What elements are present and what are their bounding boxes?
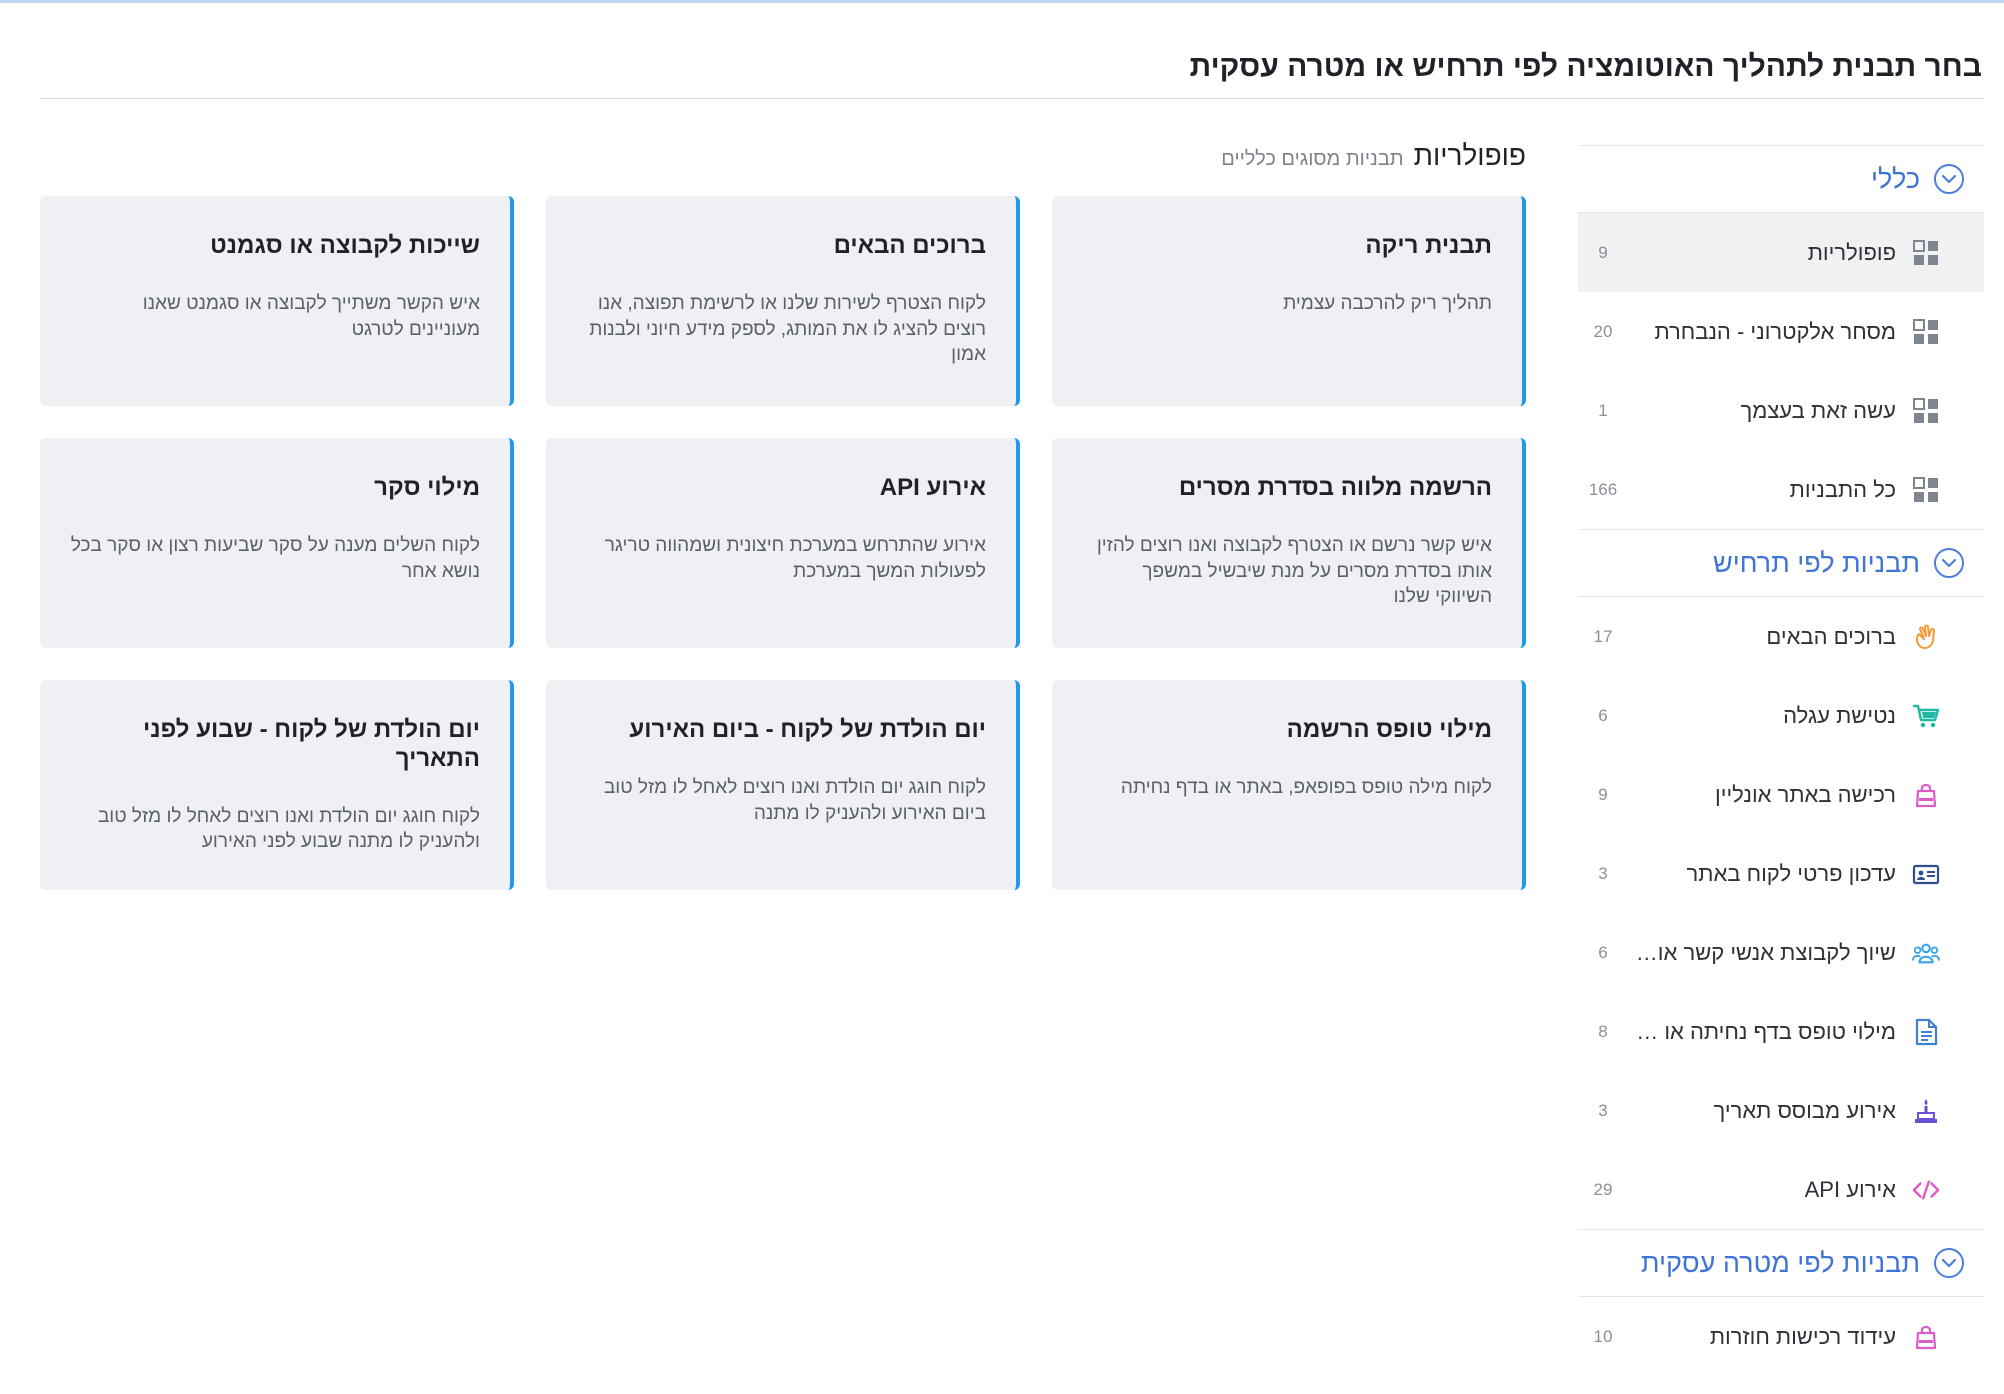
template-card-survey[interactable]: מילוי סקר לקוח השלים מענה על סקר שביעות … bbox=[40, 438, 514, 648]
card-description: לקוח חוגג יום הולדת ואנו רוצים לאחל לו מ… bbox=[603, 776, 986, 824]
sidebar-item-count: 29 bbox=[1593, 1179, 1613, 1199]
category-sidebar: כללי פופולריות 9 מסחר אלקטרוני - הנבחרת … bbox=[1578, 145, 1984, 1376]
sidebar-item-label: עשה זאת בעצמך bbox=[1740, 397, 1896, 423]
sidebar-item-label: אירוע API bbox=[1804, 1176, 1896, 1202]
sidebar-item-label: עדכון פרטי לקוח באתר bbox=[1686, 860, 1896, 886]
sidebar-item-count: 10 bbox=[1593, 1326, 1613, 1346]
sidebar-item-label: נטישת עגלה bbox=[1783, 702, 1896, 728]
sidebar-item-landing-form[interactable]: מילוי טופס בדף נחיתה או סקר 8 bbox=[1578, 992, 1984, 1071]
card-description: לקוח מילה טופס בפופאפ, באתר או בדף נחיתה bbox=[1120, 776, 1492, 798]
sidebar-item-label: מילוי טופס בדף נחיתה או סקר bbox=[1634, 1018, 1896, 1044]
card-title: תבנית ריקה bbox=[1365, 232, 1492, 259]
template-card-drip-signup[interactable]: הרשמה מלווה בסדרת מסרים איש קשר נרשם או … bbox=[1052, 438, 1526, 648]
sidebar-item-count: 20 bbox=[1593, 321, 1613, 341]
card-title: מילוי סקר bbox=[374, 474, 480, 501]
card-description: איש הקשר משתייך לקבוצה או סגמנט שאנו מעו… bbox=[142, 292, 480, 340]
sidebar-item-count: 3 bbox=[1598, 863, 1608, 883]
sidebar-item-label: אירוע מבוסס תאריך bbox=[1713, 1097, 1896, 1123]
page-title: בחר תבנית לתהליך האוטומציה לפי תרחיש או … bbox=[1189, 50, 1982, 83]
template-card-signup-form[interactable]: מילוי טופס הרשמה לקוח מילה טופס בפופאפ, … bbox=[1052, 680, 1526, 890]
section-header-general[interactable]: כללי bbox=[1578, 146, 1984, 212]
sidebar-item-cart-abandonment[interactable]: נטישת עגלה 6 bbox=[1578, 676, 1984, 755]
template-card-welcome[interactable]: ברוכים הבאים לקוח הצטרף לשירות שלנו או ל… bbox=[546, 196, 1020, 406]
section-header-scenarios[interactable]: תבניות לפי תרחיש bbox=[1578, 530, 1984, 596]
card-description: לקוח חוגג יום הולדת ואנו רוצים לאחל לו מ… bbox=[97, 805, 480, 853]
sidebar-item-count: 1 bbox=[1598, 400, 1608, 420]
sidebar-item-repeat-purchases[interactable]: עידוד רכישות חוזרות 10 bbox=[1578, 1297, 1984, 1376]
sidebar-item-customer-update[interactable]: עדכון פרטי לקוח באתר 3 bbox=[1578, 834, 1984, 913]
template-card-birthday-day[interactable]: יום הולדת של לקוח - ביום האירוע לקוח חוג… bbox=[546, 680, 1020, 890]
sidebar-item-api-event[interactable]: אירוע API 29 bbox=[1578, 1150, 1984, 1229]
document-icon bbox=[1912, 1018, 1940, 1046]
card-description: תהליך ריק להרכבה עצמית bbox=[1283, 292, 1492, 314]
card-title: מילוי טופס הרשמה bbox=[1286, 716, 1492, 743]
card-title: יום הולדת של לקוח - ביום האירוע bbox=[629, 716, 986, 743]
sidebar-item-count: 9 bbox=[1598, 242, 1608, 262]
section-title: פופולריות bbox=[1413, 140, 1526, 171]
template-card-group-membership[interactable]: שייכות לקבוצה או סגמנט איש הקשר משתייך ל… bbox=[40, 196, 514, 406]
grid-icon bbox=[1912, 239, 1940, 267]
card-title: שייכות לקבוצה או סגמנט bbox=[210, 232, 480, 259]
sidebar-item-count: 9 bbox=[1598, 784, 1608, 804]
card-title: אירוע API bbox=[879, 474, 986, 501]
card-description: לקוח השלים מענה על סקר שביעות רצון או סק… bbox=[70, 534, 480, 582]
grid-icon bbox=[1912, 318, 1940, 346]
shopping-bag-icon bbox=[1912, 1323, 1940, 1351]
sidebar-item-label: ברוכים הבאים bbox=[1766, 623, 1896, 649]
users-group-icon bbox=[1912, 939, 1940, 967]
sidebar-item-welcome[interactable]: ברוכים הבאים 17 bbox=[1578, 597, 1984, 676]
section-title: כללי bbox=[1871, 163, 1920, 194]
sidebar-item-label: שיוך לקבוצת אנשי קשר או סגמנט bbox=[1634, 939, 1896, 965]
sidebar-item-ecommerce[interactable]: מסחר אלקטרוני - הנבחרת 20 bbox=[1578, 292, 1984, 371]
shopping-cart-icon bbox=[1912, 702, 1940, 730]
id-card-icon bbox=[1912, 860, 1940, 888]
sidebar-item-diy[interactable]: עשה זאת בעצמך 1 bbox=[1578, 371, 1984, 450]
chevron-down-icon bbox=[1934, 1248, 1964, 1278]
grid-icon bbox=[1912, 397, 1940, 425]
shopping-bag-icon bbox=[1912, 781, 1940, 809]
grid-icon bbox=[1912, 476, 1940, 504]
section-header-goals[interactable]: תבניות לפי מטרה עסקית bbox=[1578, 1230, 1984, 1296]
card-description: אירוע שהתרחש במערכת חיצונית ושמהווה טריג… bbox=[604, 534, 986, 582]
sidebar-item-label: מסחר אלקטרוני - הנבחרת bbox=[1654, 318, 1896, 344]
sidebar-item-count: 166 bbox=[1588, 479, 1618, 499]
sidebar-item-online-purchase[interactable]: רכישה באתר אונליין 9 bbox=[1578, 755, 1984, 834]
template-cards-grid: תבנית ריקה תהליך ריק להרכבה עצמית ברוכים… bbox=[40, 196, 1526, 890]
section-subtitle: תבניות מסוגים כלליים bbox=[1221, 148, 1404, 170]
sidebar-item-count: 6 bbox=[1598, 705, 1608, 725]
section-title: תבניות לפי תרחיש bbox=[1712, 547, 1920, 578]
section-heading: פופולריות תבניות מסוגים כלליים bbox=[1221, 140, 1526, 172]
card-description: איש קשר נרשם או הצטרף לקבוצה ואנו רוצים … bbox=[1096, 534, 1492, 608]
top-accent-strip bbox=[0, 0, 2004, 3]
chevron-down-icon bbox=[1934, 548, 1964, 578]
sidebar-item-group-assignment[interactable]: שיוך לקבוצת אנשי קשר או סגמנט 6 bbox=[1578, 913, 1984, 992]
sidebar-item-count: 8 bbox=[1598, 1021, 1608, 1041]
waving-hand-icon bbox=[1912, 623, 1940, 651]
sidebar-item-count: 3 bbox=[1598, 1100, 1608, 1120]
sidebar-item-label: רכישה באתר אונליין bbox=[1715, 781, 1896, 807]
sidebar-item-count: 6 bbox=[1598, 942, 1608, 962]
sidebar-item-label: כל התבניות bbox=[1789, 476, 1896, 502]
card-title: הרשמה מלווה בסדרת מסרים bbox=[1178, 474, 1492, 501]
template-card-api-event[interactable]: אירוע API אירוע שהתרחש במערכת חיצונית וש… bbox=[546, 438, 1020, 648]
sidebar-item-date-event[interactable]: אירוע מבוסס תאריך 3 bbox=[1578, 1071, 1984, 1150]
sidebar-item-count: 17 bbox=[1593, 626, 1613, 646]
sidebar-item-popular[interactable]: פופולריות 9 bbox=[1578, 213, 1984, 292]
code-icon bbox=[1912, 1176, 1940, 1204]
sidebar-item-label: עידוד רכישות חוזרות bbox=[1709, 1323, 1896, 1349]
title-divider bbox=[40, 98, 1984, 99]
sidebar-item-label: פופולריות bbox=[1807, 239, 1896, 265]
card-title: יום הולדת של לקוח - שבוע לפני התאריך bbox=[143, 716, 480, 772]
cake-icon bbox=[1912, 1097, 1940, 1125]
section-title: תבניות לפי מטרה עסקית bbox=[1640, 1247, 1920, 1278]
template-card-birthday-week[interactable]: יום הולדת של לקוח - שבוע לפני התאריך לקו… bbox=[40, 680, 514, 890]
card-title: ברוכים הבאים bbox=[833, 232, 986, 259]
chevron-down-icon bbox=[1934, 164, 1964, 194]
card-description: לקוח הצטרף לשירות שלנו או לרשימת תפוצה, … bbox=[589, 292, 986, 366]
template-card-blank[interactable]: תבנית ריקה תהליך ריק להרכבה עצמית bbox=[1052, 196, 1526, 406]
sidebar-item-all-templates[interactable]: כל התבניות 166 bbox=[1578, 450, 1984, 529]
